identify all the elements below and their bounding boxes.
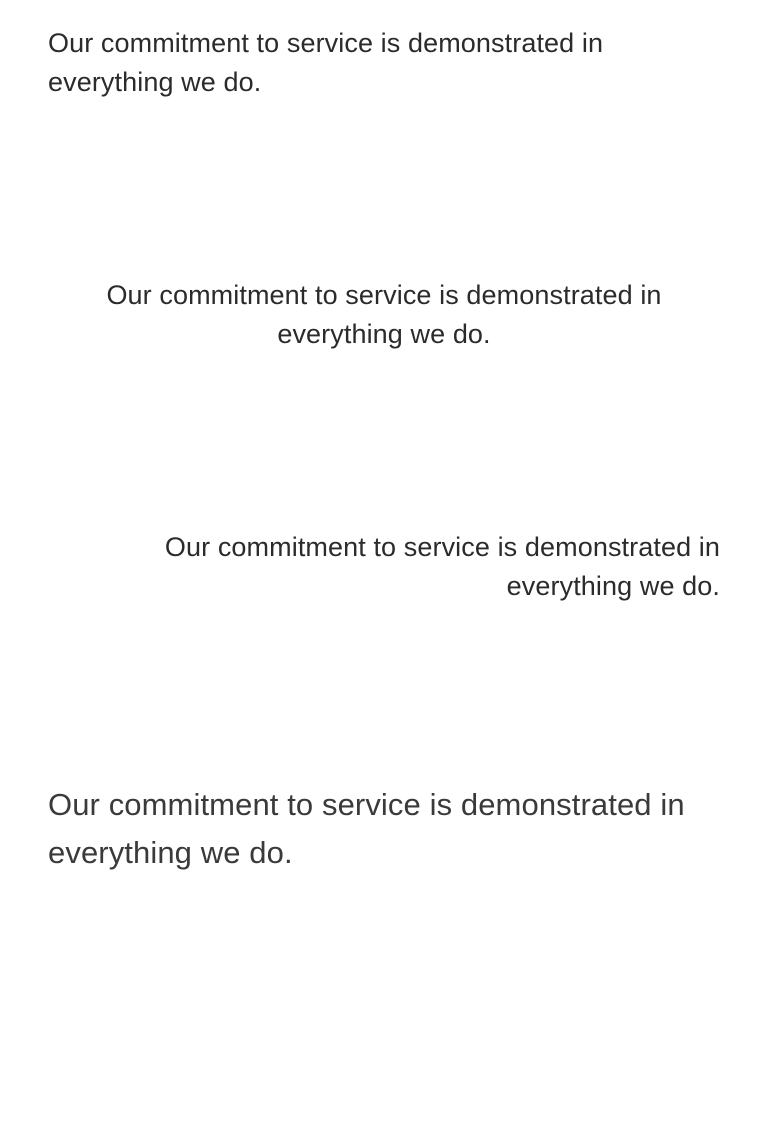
text-sample-right-aligned: Our commitment to service is demonstrate…: [164, 532, 720, 601]
text-sample-center-aligned: Our commitment to service is demonstrate…: [106, 280, 662, 349]
text-sample-left-aligned: Our commitment to service is demonstrate…: [48, 28, 604, 97]
text-sample-large-light: Our commitment to service is demonstrate…: [48, 787, 685, 870]
